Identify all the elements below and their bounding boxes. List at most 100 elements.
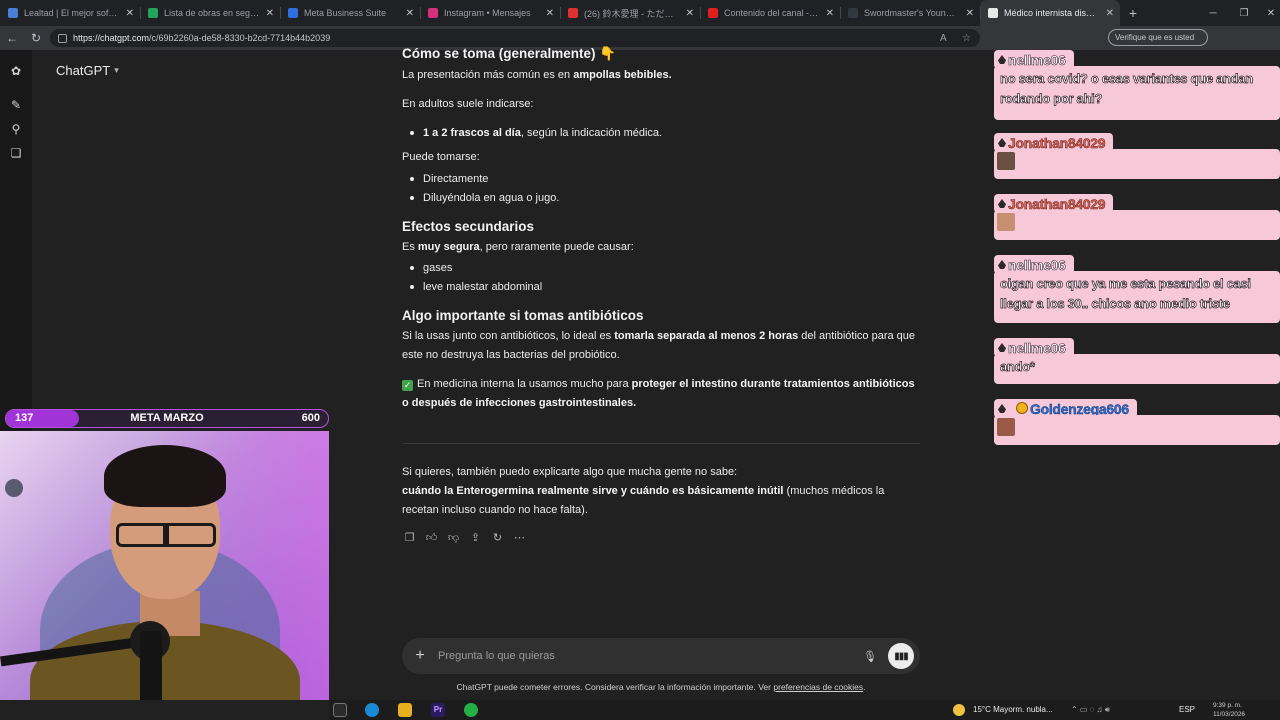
section-heading: Efectos secundarios	[402, 219, 535, 234]
weather-text[interactable]: 15°C Mayorm. nubla...	[973, 705, 1053, 714]
thumbs-up-icon[interactable]: 👍︎	[424, 530, 439, 545]
paragraph: La presentación más común es en ampollas…	[402, 69, 672, 81]
browser-tab[interactable]: Contenido del canal - YouTu ✕	[700, 0, 840, 26]
tab-favicon-icon	[428, 8, 438, 18]
close-window-icon[interactable]: ✕	[1256, 0, 1280, 26]
more-options-icon[interactable]: ⋯	[512, 530, 527, 545]
emote-sticker-icon	[997, 152, 1015, 170]
tab-title: Instagram • Mensajes	[444, 8, 531, 18]
bookmark-star-icon[interactable]: ☆	[962, 29, 971, 47]
windows-taskbar: Pr 15°C Mayorm. nubla... ⌃ ▭ ◌ ♫ 🔊︎ ESP …	[329, 700, 1280, 720]
file-explorer-icon[interactable]	[398, 703, 412, 717]
emote-sticker-icon	[997, 418, 1015, 436]
chat-sticker-message	[994, 210, 1280, 240]
microphone-icon[interactable]: 🎙︎	[860, 650, 880, 663]
tray-icons[interactable]: ⌃ ▭ ◌ ♫ 🔊︎	[1071, 705, 1110, 715]
url-host: https://chatgpt.com	[73, 33, 150, 43]
browser-tab-strip: Lealtad | El mejor software p ✕ Lista de …	[0, 0, 1280, 26]
list-item: Directamente	[402, 170, 922, 189]
check-mark-icon: ✓	[402, 380, 413, 391]
tab-close-icon[interactable]: ✕	[826, 8, 834, 19]
tab-close-icon[interactable]: ✕	[1106, 8, 1114, 19]
regenerate-icon[interactable]: ↻	[490, 530, 505, 545]
cookie-preferences-link[interactable]: preferencias de cookies	[773, 682, 863, 692]
subscriber-badge-icon	[1016, 402, 1028, 414]
clock-date[interactable]: 11/03/2026	[1213, 711, 1245, 718]
tab-title: Médico internista disponible	[1004, 8, 1100, 18]
chat-message-text: oigan creo que ya me esta pesando el cas…	[994, 271, 1280, 323]
tab-title: Swordmaster's Youngest Son	[864, 8, 960, 18]
tab-favicon-icon	[988, 8, 998, 18]
tab-close-icon[interactable]: ✕	[266, 8, 274, 19]
tab-close-icon[interactable]: ✕	[686, 8, 694, 19]
goal-target: 600	[301, 412, 320, 424]
list-item: Diluyéndola en agua o jugo.	[402, 189, 922, 208]
thumbs-down-icon[interactable]: 👎︎	[446, 530, 461, 545]
paragraph: Si la usas junto con antibióticos, lo id…	[402, 330, 916, 361]
list-item: leve malestar abdominal	[402, 278, 922, 297]
browser-tab-active[interactable]: Médico internista disponible ✕	[980, 0, 1120, 26]
message-actions: ❐ 👍︎ 👎︎ ⇪ ↻ ⋯	[402, 530, 527, 545]
copy-icon[interactable]: ❐	[402, 530, 417, 545]
share-icon[interactable]: ⇪	[468, 530, 483, 545]
premiere-app-icon[interactable]: Pr	[431, 703, 445, 717]
browser-tab[interactable]: (26) 鈴木愛理 - ただいまの服 ✕	[560, 0, 700, 26]
tab-close-icon[interactable]: ✕	[966, 8, 974, 19]
browser-tab[interactable]: Meta Business Suite ✕	[280, 0, 420, 26]
maximize-icon[interactable]: ❐	[1229, 0, 1259, 26]
prompt-input[interactable]: Pregunta lo que quieras	[438, 650, 860, 662]
browser-tab[interactable]: Swordmaster's Youngest Son ✕	[840, 0, 980, 26]
tab-title: Lista de obras en seguimien	[164, 8, 260, 18]
tab-close-icon[interactable]: ✕	[126, 8, 134, 19]
obs-app-icon[interactable]	[333, 703, 347, 717]
chevron-down-icon: ▾	[114, 65, 119, 75]
new-tab-button[interactable]: +	[1120, 5, 1146, 21]
minimize-icon[interactable]: ─	[1198, 0, 1228, 26]
tab-close-icon[interactable]: ✕	[546, 8, 554, 19]
chat-sticker-message	[994, 415, 1280, 445]
browser-tab[interactable]: Lista de obras en seguimien ✕	[140, 0, 280, 26]
tab-title: Meta Business Suite	[304, 8, 387, 18]
list-item: 1 a 2 frascos al día, según la indicació…	[402, 124, 922, 143]
paragraph: En adultos suele indicarse:	[402, 98, 534, 110]
goal-title: META MARZO	[130, 412, 204, 424]
paragraph: Si quieres, también puedo explicarte alg…	[402, 466, 738, 478]
bullet-list: Directamente Diluyéndola en agua o jugo.	[402, 170, 922, 208]
chat-sticker-message	[994, 149, 1280, 179]
browser-tab[interactable]: Lealtad | El mejor software p ✕	[0, 0, 140, 26]
translate-icon[interactable]: A	[940, 29, 947, 47]
back-arrow-icon[interactable]: ←	[0, 26, 24, 50]
chat-message-text: ando*	[994, 354, 1280, 384]
url-path: /c/69b2260a-de58-8330-b2cd-7714b44b2039	[149, 33, 331, 43]
tab-close-icon[interactable]: ✕	[406, 8, 414, 19]
language-indicator[interactable]: ESP	[1179, 705, 1195, 714]
tab-favicon-icon	[148, 8, 158, 18]
reload-icon[interactable]: ↻	[24, 26, 48, 50]
search-icon[interactable]: ⚲	[9, 122, 23, 136]
extension-verify-pill[interactable]: Verifique que es usted	[1108, 29, 1208, 46]
webcam-feed	[0, 431, 329, 700]
tab-favicon-icon	[8, 8, 18, 18]
edge-app-icon[interactable]	[365, 703, 379, 717]
openai-logo-icon[interactable]: ✿	[9, 64, 23, 78]
new-chat-icon[interactable]: ✎	[9, 98, 23, 112]
assistant-followup: Si quieres, también puedo explicarte alg…	[402, 463, 922, 520]
tab-title: (26) 鈴木愛理 - ただいまの服	[584, 8, 680, 19]
paragraph: ✓ En medicina interna la usamos mucho par…	[402, 378, 915, 409]
chat-message-text: no sera covid? o esas variantes que anda…	[994, 66, 1280, 120]
lock-icon	[58, 33, 67, 43]
prompt-composer[interactable]: + Pregunta lo que quieras 🎙︎ ▮▮▮	[402, 638, 920, 674]
browser-tab[interactable]: Instagram • Mensajes ✕	[420, 0, 560, 26]
model-selector[interactable]: ChatGPT ▾	[56, 63, 119, 78]
library-icon[interactable]: ❏	[9, 146, 23, 160]
add-attachment-icon[interactable]: +	[402, 647, 438, 665]
divider	[402, 443, 920, 444]
bullet-list: 1 a 2 frascos al día, según la indicació…	[402, 124, 922, 143]
clock-time[interactable]: 9:39 p. m.	[1213, 702, 1242, 709]
weather-icon[interactable]	[953, 704, 965, 716]
paragraph: Puede tomarse:	[402, 151, 480, 163]
voice-mode-button[interactable]: ▮▮▮	[888, 643, 914, 669]
whatsapp-app-icon[interactable]	[464, 703, 478, 717]
tab-title: Contenido del canal - YouTu	[724, 8, 820, 18]
stream-goal-bar: 137 META MARZO 600	[5, 409, 329, 428]
